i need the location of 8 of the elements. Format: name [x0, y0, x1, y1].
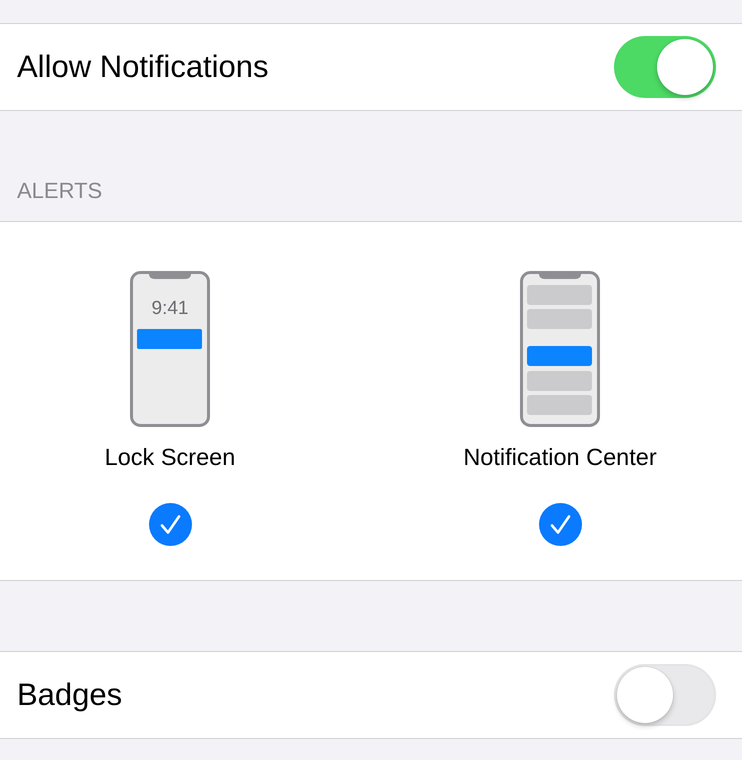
section-header: ALERTS [17, 178, 102, 204]
checkmark-icon[interactable] [538, 503, 582, 546]
clock-text: 9:41 [152, 298, 188, 319]
setting-label: Allow Notifications [17, 48, 269, 86]
checkmark-icon[interactable] [148, 503, 192, 546]
setting-label: Badges [17, 676, 122, 714]
option-label: Lock Screen [104, 443, 236, 471]
option-label: Notification Center [463, 443, 657, 471]
